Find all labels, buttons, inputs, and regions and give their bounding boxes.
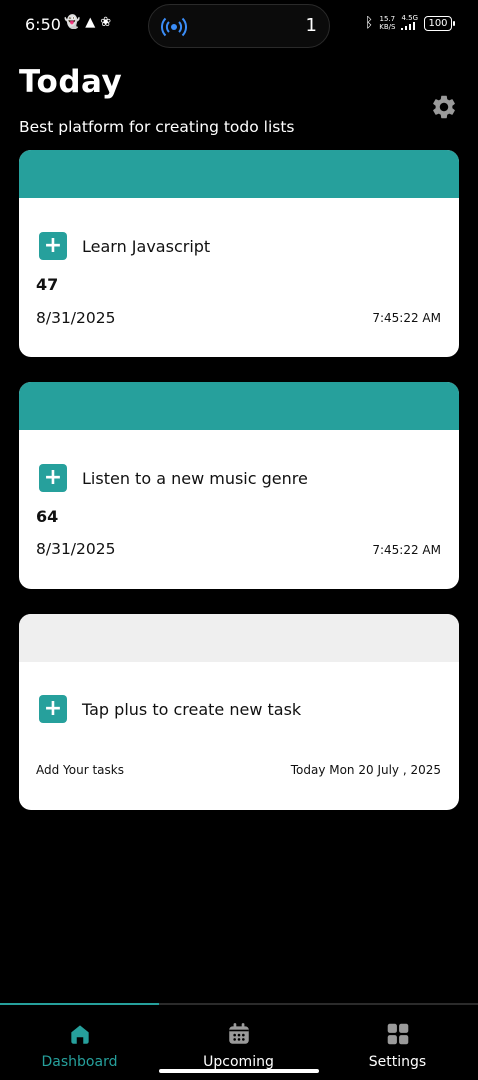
- net-speed-unit: KB/S: [379, 23, 396, 31]
- dynamic-island[interactable]: 1: [148, 4, 330, 48]
- task-time: 7:45:22 AM: [372, 311, 441, 325]
- card-header-band: [19, 382, 459, 430]
- card-header-band: [19, 614, 459, 662]
- add-task-button[interactable]: +: [39, 464, 67, 492]
- nav-item-dashboard[interactable]: Dashboard: [0, 1021, 159, 1070]
- snapchat-icon: ▲: [85, 15, 96, 30]
- task-date: 8/31/2025: [36, 309, 116, 327]
- task-number: 47: [36, 275, 59, 294]
- task-title: Learn Javascript: [82, 236, 211, 256]
- battery-icon: 100: [424, 15, 455, 31]
- active-tab-indicator: [0, 1003, 159, 1005]
- network-label: 4.5G: [401, 14, 418, 22]
- nav-item-settings[interactable]: Settings: [318, 1021, 477, 1070]
- task-card[interactable]: + Learn Javascript 47 8/31/2025 7:45:22 …: [19, 150, 459, 357]
- add-task-button[interactable]: +: [39, 232, 67, 260]
- page-subtitle: Best platform for creating todo lists: [19, 118, 295, 136]
- home-indicator[interactable]: [159, 1069, 319, 1073]
- home-icon: [70, 1025, 89, 1044]
- new-task-card[interactable]: + Tap plus to create new task Add Your t…: [19, 614, 459, 810]
- new-task-row: + Tap plus to create new task: [39, 695, 301, 723]
- card-header-band: [19, 150, 459, 198]
- calendar-icon: [228, 1023, 249, 1044]
- island-count: 1: [305, 15, 317, 36]
- notification-icons: 👻 ▲ ❀: [64, 15, 111, 30]
- new-task-prompt: Tap plus to create new task: [82, 699, 302, 719]
- pinwheel-icon: ❀: [100, 15, 112, 30]
- nav-label-dashboard: Dashboard: [41, 1054, 118, 1070]
- net-speed: 15.7 KB/S: [379, 15, 395, 31]
- task-title: Listen to a new music genre: [82, 468, 308, 488]
- task-number: 64: [36, 507, 59, 526]
- create-task-button[interactable]: +: [39, 695, 67, 723]
- add-tasks-hint: Add Your tasks: [36, 763, 124, 777]
- bluetooth-icon: ᛒ: [364, 15, 374, 31]
- snapchat-icon: 👻: [64, 15, 81, 30]
- status-time: 6:50: [25, 15, 61, 34]
- signal-icon: [401, 22, 416, 30]
- task-time: 7:45:22 AM: [372, 543, 441, 557]
- page-title: Today: [19, 64, 123, 100]
- task-row: + Learn Javascript: [39, 232, 210, 260]
- task-row: + Listen to a new music genre: [39, 464, 308, 492]
- network-indicator: 4.5G: [401, 14, 418, 32]
- battery-level: 100: [428, 17, 448, 29]
- gear-icon[interactable]: [430, 93, 458, 121]
- task-card[interactable]: + Listen to a new music genre 64 8/31/20…: [19, 382, 459, 589]
- broadcast-icon: [161, 17, 187, 37]
- task-date: 8/31/2025: [36, 540, 116, 558]
- nav-item-upcoming[interactable]: Upcoming: [159, 1021, 318, 1070]
- status-right: ᛒ 15.7 KB/S 4.5G 100: [364, 14, 455, 32]
- status-bar: 6:50 👻 ▲ ❀ 1 ᛒ 15.7 KB/S 4.5G 100: [0, 0, 478, 50]
- today-date: Today Mon 20 July , 2025: [290, 763, 441, 777]
- grid-icon: [387, 1023, 408, 1045]
- nav-label-upcoming: Upcoming: [203, 1054, 274, 1070]
- net-speed-value: 15.7: [379, 15, 396, 23]
- nav-label-settings: Settings: [368, 1054, 427, 1070]
